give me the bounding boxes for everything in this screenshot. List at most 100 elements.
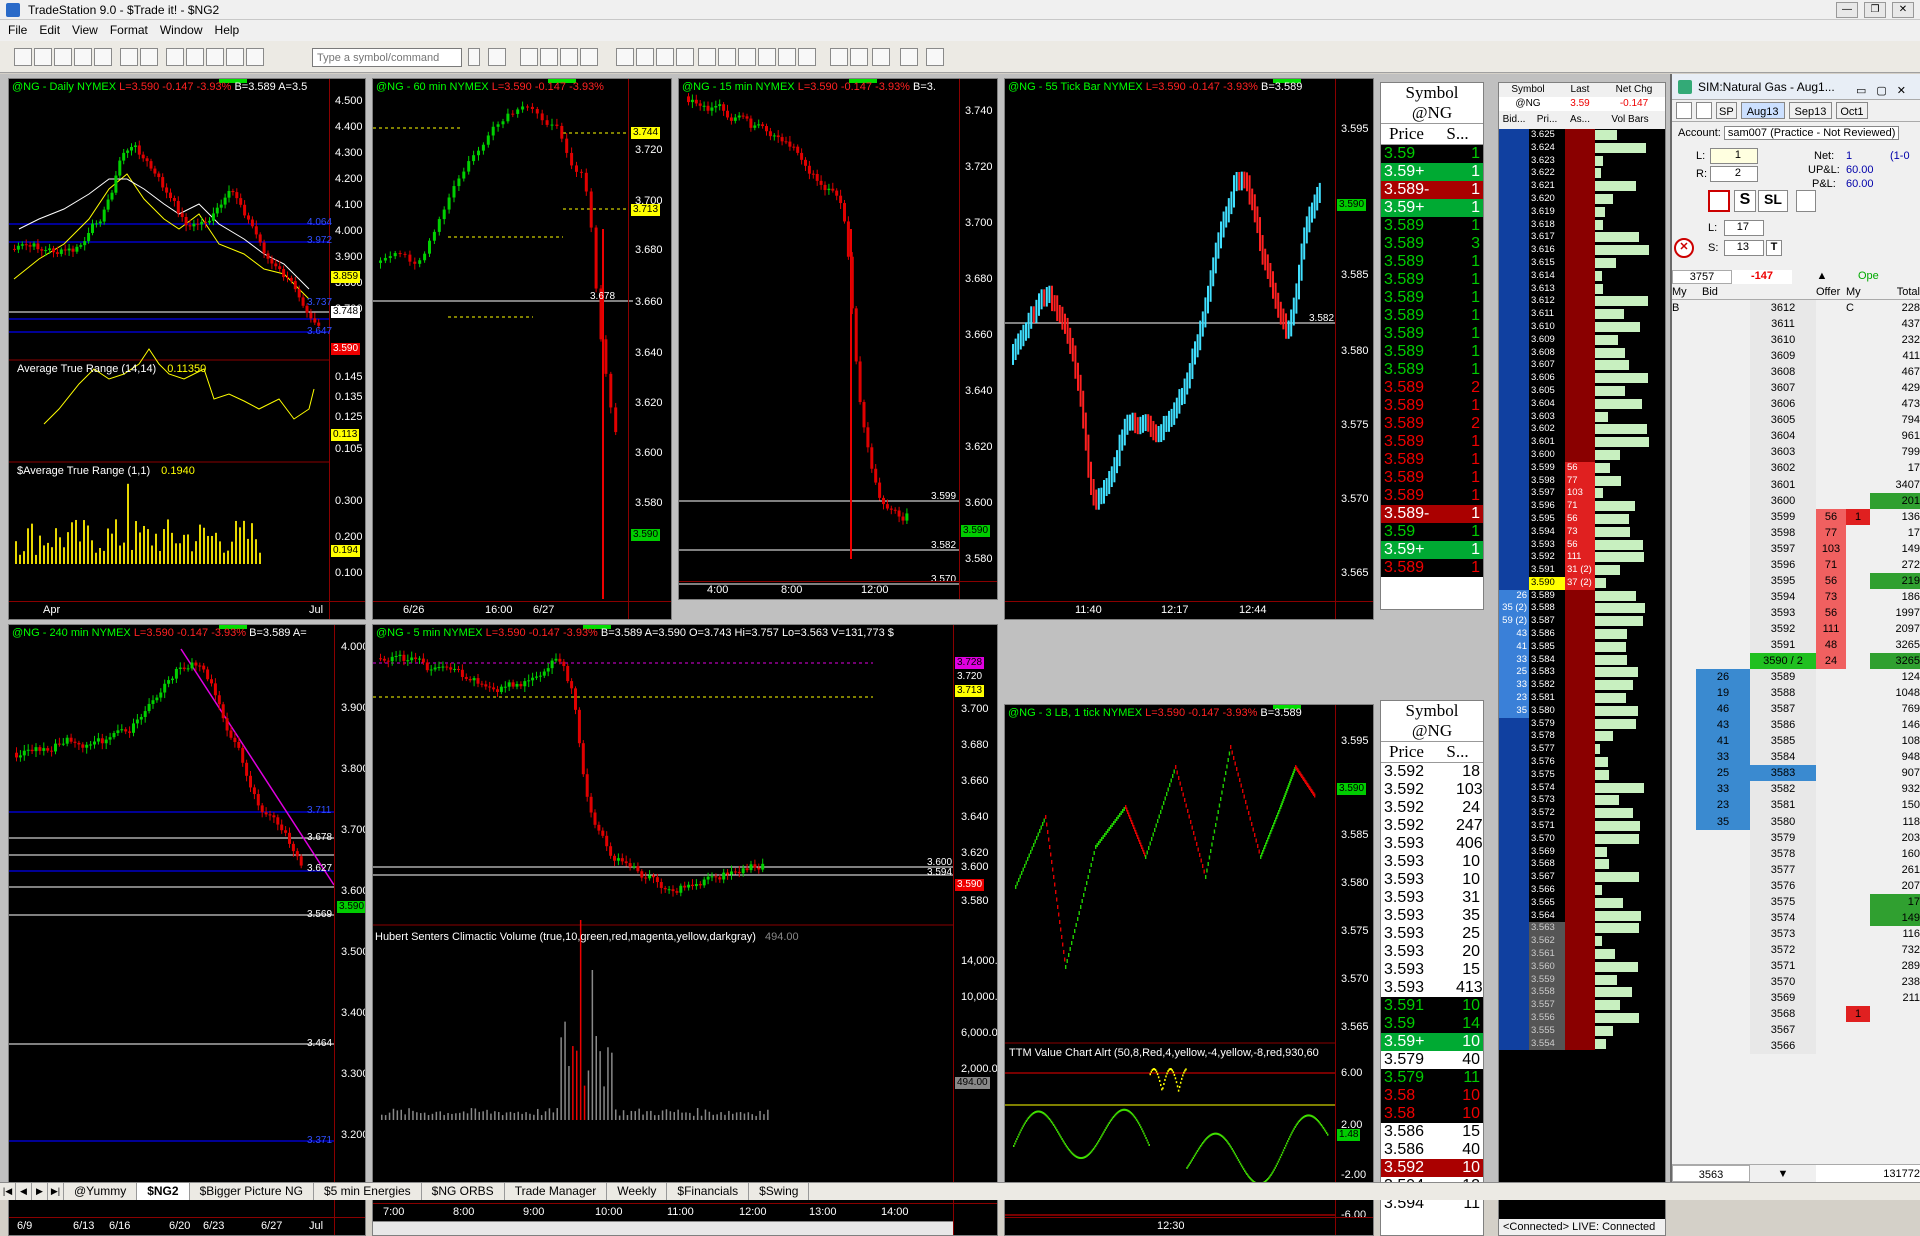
trendline-icon[interactable] <box>798 48 816 66</box>
ladder-row[interactable]: 26 3589 124 <box>1672 669 1920 686</box>
matrix-row[interactable]: 3.601 <box>1499 436 1665 449</box>
matrix-row[interactable]: 3.565 <box>1499 896 1665 910</box>
fib-icon[interactable] <box>830 48 848 66</box>
ladder-row[interactable]: 3576 207 <box>1672 877 1920 894</box>
symbol-command-input[interactable] <box>312 48 462 67</box>
ladder-row[interactable]: 3595 56 219 <box>1672 572 1920 589</box>
matrix-row[interactable]: 33 3.584 <box>1499 653 1665 667</box>
chart-60min[interactable]: @NG - 60 min NYMEX L=3.590 -0.147 -3.93%… <box>372 78 672 620</box>
matrix-row[interactable]: 3.557 <box>1499 999 1665 1012</box>
ladder-row[interactable]: 3575 17 <box>1672 893 1920 910</box>
ladder-row[interactable]: 3601 3407 <box>1672 476 1920 493</box>
ladder-row[interactable]: 3604 961 <box>1672 428 1920 445</box>
layout-icon[interactable] <box>226 48 244 66</box>
matrix-row[interactable]: 3.616 <box>1499 244 1665 257</box>
matrix-row[interactable]: 25 3.583 <box>1499 666 1665 680</box>
arrange-icon[interactable] <box>872 48 890 66</box>
tab-financials[interactable]: $Financials <box>667 1183 750 1200</box>
matrix-row[interactable]: 3.566 <box>1499 884 1665 897</box>
col-ask[interactable]: As... <box>1565 111 1595 129</box>
matrix-row[interactable]: 43 3.586 <box>1499 628 1665 641</box>
l2-input[interactable]: 17 <box>1724 220 1764 236</box>
matrix-row[interactable]: 3.609 <box>1499 333 1665 347</box>
new-icon[interactable] <box>14 48 32 66</box>
alert-icon[interactable] <box>850 48 868 66</box>
close-button[interactable]: ✕ <box>1892 2 1914 18</box>
bar-icon[interactable] <box>616 48 634 66</box>
matrix-row[interactable]: 3.573 <box>1499 794 1665 808</box>
ladder-row[interactable]: 3599 56 1 136 <box>1672 508 1920 525</box>
tab-first-icon[interactable]: |◀ <box>0 1183 16 1200</box>
stop-limit-button[interactable]: SL <box>1758 190 1788 212</box>
col-symbol[interactable]: Symbol <box>1499 83 1557 97</box>
ts-col-price[interactable]: Price <box>1381 742 1432 762</box>
drawing-icon[interactable] <box>676 48 694 66</box>
ts-col-size[interactable]: S... <box>1432 742 1483 762</box>
print-icon[interactable] <box>140 48 158 66</box>
ts-col-price[interactable]: Price <box>1381 124 1432 144</box>
matrix-row[interactable]: 3.563 <box>1499 922 1665 936</box>
tab-bigger-picture[interactable]: $Bigger Picture NG <box>190 1183 314 1200</box>
chart-15min[interactable]: @NG - 15 min NYMEX L=3.590 -0.147 -3.93%… <box>678 78 998 600</box>
s-input[interactable]: 13 <box>1724 240 1764 256</box>
matrix-row[interactable]: 3.610 <box>1499 320 1665 334</box>
search-icon[interactable] <box>488 48 506 66</box>
matrix-row[interactable]: 3.561 <box>1499 948 1665 961</box>
menu-file[interactable]: File <box>6 20 37 41</box>
lock-icon[interactable] <box>206 48 224 66</box>
matrix-row[interactable]: 3.569 <box>1499 845 1665 859</box>
flatten-icon[interactable] <box>1708 190 1730 212</box>
ladder-row[interactable]: 3592 111 2097 <box>1672 620 1920 637</box>
ladder-row[interactable]: 3590 / 2 24 3265 <box>1672 653 1920 670</box>
matrix-row[interactable]: 35 3.580 <box>1499 704 1665 718</box>
matrix-row[interactable]: 3.591 31 (2) <box>1499 564 1665 577</box>
ladder-row[interactable]: 3579 203 <box>1672 829 1920 846</box>
minimize-button[interactable]: — <box>1836 2 1858 18</box>
zoom-icon[interactable] <box>718 48 736 66</box>
matrix-row[interactable]: 3.605 <box>1499 384 1665 398</box>
matrix-row[interactable]: 3.624 <box>1499 141 1665 155</box>
matrix-row[interactable]: 3.579 <box>1499 717 1665 731</box>
matrix-row[interactable]: 3.594 73 <box>1499 525 1665 539</box>
matrix-row[interactable]: 3.593 56 <box>1499 538 1665 552</box>
time-and-sales-1[interactable]: Symbol @NG Price S... 3.59 1 3.59+ 1 3.589- 1 3… <box>1380 82 1484 610</box>
col-vol-bars[interactable]: Vol Bars <box>1595 111 1665 129</box>
folder-icon[interactable] <box>94 48 112 66</box>
grid-icon[interactable] <box>540 48 558 66</box>
trail-button[interactable]: T <box>1766 240 1782 256</box>
maximize-button[interactable]: ❐ <box>1864 2 1886 18</box>
ladder-row[interactable]: 33 3584 948 <box>1672 749 1920 766</box>
ladder-row[interactable]: 3610 232 <box>1672 332 1920 349</box>
ladder-row[interactable]: 41 3585 108 <box>1672 733 1920 750</box>
menu-format[interactable]: Format <box>108 20 158 41</box>
month-oct[interactable]: Oct1 <box>1836 102 1868 119</box>
ladder-row[interactable]: 3567 <box>1672 1022 1920 1039</box>
ladder-row[interactable]: 3598 77 17 <box>1672 524 1920 541</box>
matrix-row[interactable]: 3.595 56 <box>1499 512 1665 526</box>
ladder-row[interactable]: 3609 411 <box>1672 348 1920 365</box>
ladder-row[interactable]: 3571 289 <box>1672 957 1920 974</box>
ladder-row[interactable]: 3568 1 <box>1672 1006 1920 1023</box>
matrix-row[interactable]: 3.598 77 <box>1499 474 1665 488</box>
ladder-row[interactable]: 46 3587 769 <box>1672 701 1920 718</box>
ladder-row[interactable]: 3566 <box>1672 1038 1920 1055</box>
ladder-row[interactable]: 3570 238 <box>1672 973 1920 991</box>
ladder-row[interactable]: 43 3586 146 <box>1672 717 1920 734</box>
chart-55tick[interactable]: @NG - 55 Tick Bar NYMEX L=3.590 -0.147 -… <box>1004 78 1374 620</box>
up-arrow-icon[interactable]: ▲ <box>1792 270 1852 284</box>
palette-icon[interactable] <box>246 48 264 66</box>
tab-weekly[interactable]: Weekly <box>607 1183 668 1200</box>
horizontal-scrollbar[interactable] <box>373 1221 953 1235</box>
ladder-row[interactable]: 3573 116 <box>1672 925 1920 942</box>
ladder-row[interactable]: 3591 48 3265 <box>1672 636 1920 654</box>
move-icon[interactable] <box>758 48 776 66</box>
ladder-row[interactable]: 23 3581 150 <box>1672 797 1920 814</box>
tab-ng2[interactable]: $NG2 <box>137 1183 190 1200</box>
refresh-icon[interactable] <box>1676 102 1692 119</box>
ladder-row[interactable]: 3605 794 <box>1672 412 1920 429</box>
dropdown-arrow-icon[interactable] <box>468 48 480 66</box>
r-qty-input[interactable]: 2 <box>1710 166 1758 182</box>
matrix-row[interactable]: 3.564 <box>1499 909 1665 923</box>
matrix-row[interactable]: 3.597 103 <box>1499 487 1665 501</box>
matrix-row[interactable]: 3.604 <box>1499 397 1665 411</box>
